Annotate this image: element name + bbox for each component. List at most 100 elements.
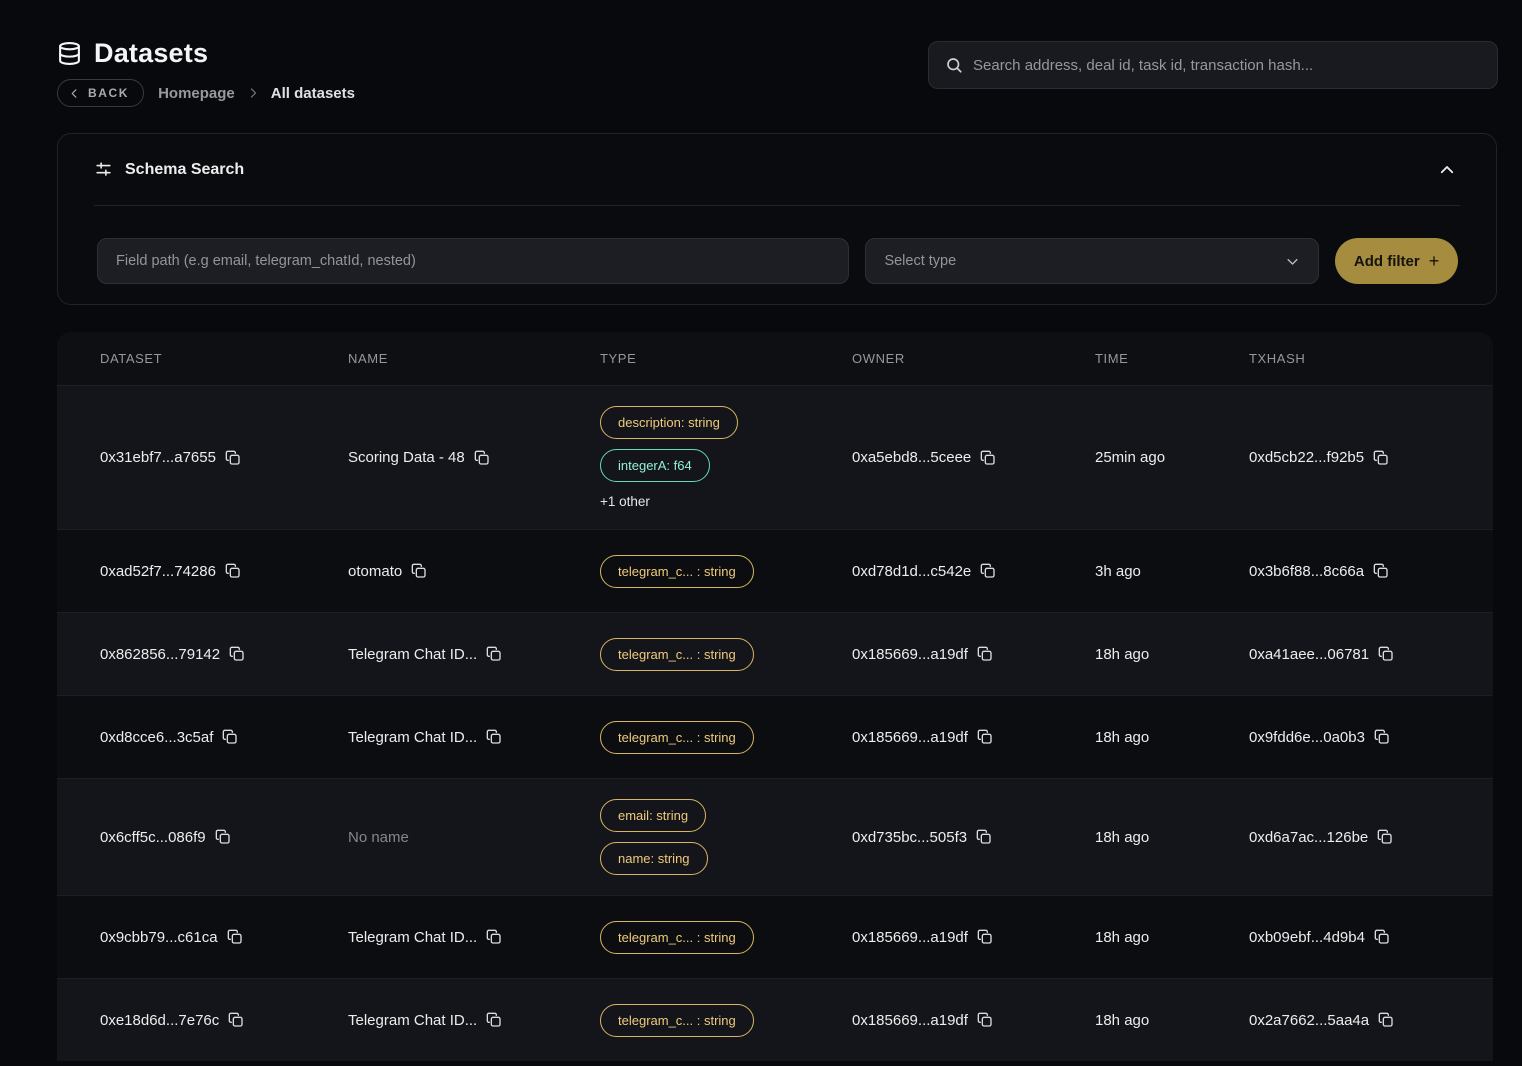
copy-icon[interactable] [977,646,993,662]
time-cell: 18h ago [1095,929,1249,946]
time-cell: 18h ago [1095,646,1249,663]
copy-icon[interactable] [1373,450,1389,466]
dataset-name-cell: Telegram Chat ID... [348,729,600,746]
copy-icon[interactable] [976,829,992,845]
dataset-id: 0x6cff5c...086f9 [100,829,206,846]
dataset-name-cell: Telegram Chat ID... [348,646,600,663]
owner-address: 0x185669...a19df [852,929,968,946]
copy-icon[interactable] [228,1012,244,1028]
column-header-dataset: DATASET [100,351,348,366]
type-select[interactable]: Select type [865,238,1319,284]
add-filter-button[interactable]: Add filter + [1335,238,1458,284]
dataset-id-cell: 0xad52f7...74286 [100,563,348,580]
copy-icon[interactable] [977,729,993,745]
txhash-value: 0xb09ebf...4d9b4 [1249,929,1365,946]
txhash-value: 0x3b6f88...8c66a [1249,563,1364,580]
sliders-icon [94,160,113,179]
owner-cell: 0x185669...a19df [852,646,1095,663]
dataset-id: 0x9cbb79...c61ca [100,929,218,946]
copy-icon[interactable] [1378,1012,1394,1028]
breadcrumb: BACK Homepage All datasets [57,79,355,107]
type-badges-cell: telegram_c... : string [600,901,852,974]
owner-address: 0xd78d1d...c542e [852,563,971,580]
txhash-cell: 0x9fdd6e...0a0b3 [1249,729,1493,746]
txhash-value: 0xa41aee...06781 [1249,646,1369,663]
copy-icon[interactable] [474,450,490,466]
copy-icon[interactable] [980,450,996,466]
copy-icon[interactable] [486,1012,502,1028]
copy-icon[interactable] [1374,729,1390,745]
schema-search-header: Schema Search [94,134,1460,206]
copy-icon[interactable] [977,929,993,945]
dataset-id-cell: 0xd8cce6...3c5af [100,729,348,746]
column-header-owner: OWNER [852,351,1095,366]
schema-search-controls: Select type Add filter + [97,238,1458,284]
copy-icon[interactable] [980,563,996,579]
owner-cell: 0x185669...a19df [852,729,1095,746]
copy-icon[interactable] [222,729,238,745]
dataset-id-cell: 0x6cff5c...086f9 [100,829,348,846]
copy-icon[interactable] [977,1012,993,1028]
table-row[interactable]: 0x862856...79142 Telegram Chat ID... tel… [57,612,1493,695]
search-input[interactable] [973,57,1481,74]
type-badges-cell: telegram_c... : string [600,701,852,774]
dataset-name: Telegram Chat ID... [348,729,477,746]
type-badge: telegram_c... : string [600,555,754,588]
time-cell: 25min ago [1095,449,1249,466]
dataset-name-cell: Telegram Chat ID... [348,929,600,946]
dataset-id: 0xad52f7...74286 [100,563,216,580]
txhash-value: 0x2a7662...5aa4a [1249,1012,1369,1029]
txhash-cell: 0xd5cb22...f92b5 [1249,449,1493,466]
type-select-value: Select type [884,253,956,269]
dataset-id-cell: 0xe18d6d...7e76c [100,1012,348,1029]
breadcrumb-homepage[interactable]: Homepage [158,85,235,102]
copy-icon[interactable] [411,563,427,579]
add-filter-label: Add filter [1354,253,1420,270]
copy-icon[interactable] [1374,929,1390,945]
table-row[interactable]: 0x6cff5c...086f9 No name email: stringna… [57,778,1493,895]
dataset-name: No name [348,829,409,846]
owner-address: 0xa5ebd8...5ceee [852,449,971,466]
table-row[interactable]: 0xd8cce6...3c5af Telegram Chat ID... tel… [57,695,1493,778]
collapse-panel-button[interactable] [1434,157,1460,183]
copy-icon[interactable] [486,729,502,745]
type-badge: integerA: f64 [600,449,710,482]
table-body: 0x31ebf7...a7655 Scoring Data - 48 descr… [57,385,1493,1061]
copy-icon[interactable] [486,929,502,945]
copy-icon[interactable] [225,450,241,466]
copy-icon[interactable] [229,646,245,662]
table-row[interactable]: 0x31ebf7...a7655 Scoring Data - 48 descr… [57,385,1493,529]
copy-icon[interactable] [215,829,231,845]
dataset-id: 0xd8cce6...3c5af [100,729,213,746]
dataset-name: Telegram Chat ID... [348,1012,477,1029]
dataset-name: Scoring Data - 48 [348,449,465,466]
time-cell: 18h ago [1095,829,1249,846]
owner-cell: 0xa5ebd8...5ceee [852,449,1095,466]
copy-icon[interactable] [225,563,241,579]
datasets-table: DATASET NAME TYPE OWNER TIME TXHASH 0x31… [57,332,1493,1061]
column-header-time: TIME [1095,351,1249,366]
chevron-down-icon [1285,254,1300,269]
copy-icon[interactable] [1378,646,1394,662]
copy-icon[interactable] [1373,563,1389,579]
copy-icon[interactable] [1377,829,1393,845]
table-row[interactable]: 0xad52f7...74286 otomato telegram_c... :… [57,529,1493,612]
table-row[interactable]: 0xe18d6d...7e76c Telegram Chat ID... tel… [57,978,1493,1061]
type-badges-cell: telegram_c... : string [600,618,852,691]
txhash-value: 0xd5cb22...f92b5 [1249,449,1364,466]
copy-icon[interactable] [227,929,243,945]
global-search[interactable] [928,41,1498,89]
back-label: BACK [88,86,129,100]
column-header-type: TYPE [600,351,852,366]
txhash-cell: 0x2a7662...5aa4a [1249,1012,1493,1029]
dataset-id: 0x862856...79142 [100,646,220,663]
back-button[interactable]: BACK [57,79,144,107]
field-path-input[interactable] [97,238,849,284]
table-row[interactable]: 0x9cbb79...c61ca Telegram Chat ID... tel… [57,895,1493,978]
copy-icon[interactable] [486,646,502,662]
breadcrumb-all-datasets: All datasets [271,85,355,102]
dataset-id: 0x31ebf7...a7655 [100,449,216,466]
chevron-left-icon [69,88,80,99]
owner-address: 0x185669...a19df [852,1012,968,1029]
type-badge: telegram_c... : string [600,721,754,754]
